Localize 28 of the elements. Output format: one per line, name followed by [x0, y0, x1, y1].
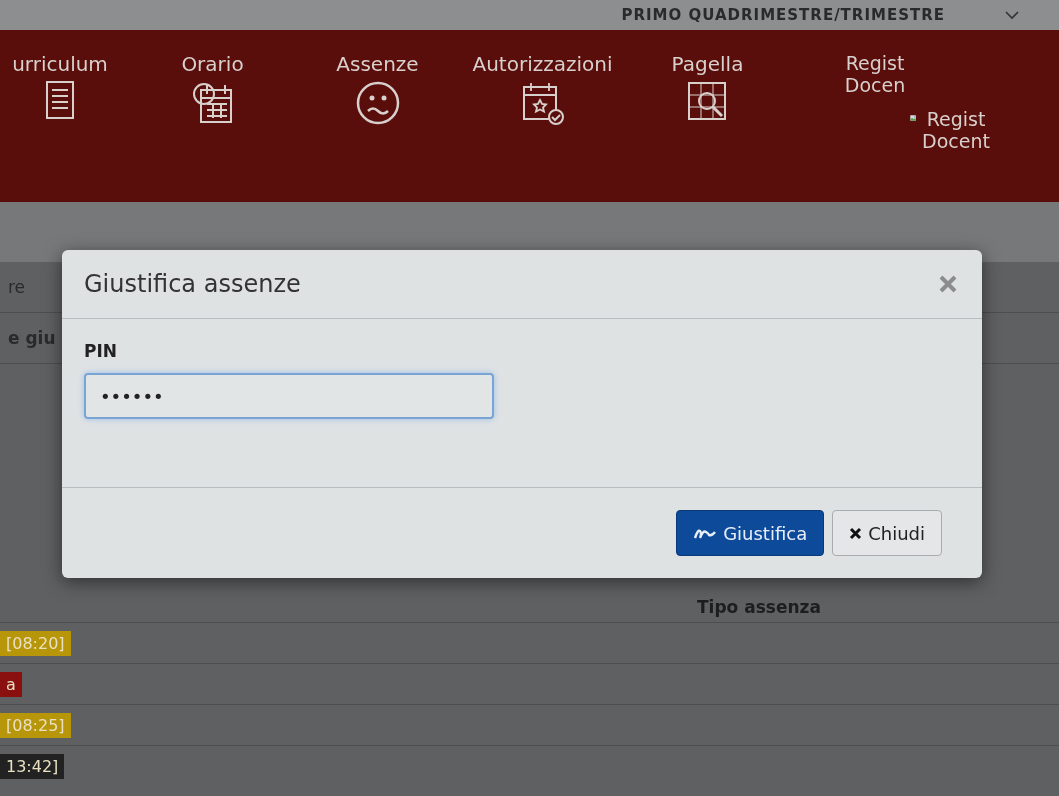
time-badge: [08:20]	[0, 630, 71, 656]
table-cell: re	[8, 277, 26, 297]
nav-link[interactable]: urriculum	[12, 52, 108, 76]
signature-icon	[693, 526, 718, 540]
dialog-title: Giustifica assenze	[84, 270, 301, 298]
close-icon	[849, 526, 863, 540]
field-label: PIN	[84, 341, 118, 361]
justify-button[interactable]: Giustifica	[676, 510, 825, 556]
time-badge: a	[0, 671, 22, 697]
table-cell: e giu	[8, 328, 56, 348]
worried-face-icon	[354, 80, 401, 126]
nav-link[interactable]: Regist Docen	[835, 52, 915, 96]
calendar-clock-icon	[190, 80, 235, 126]
period-selector[interactable]: PRIMO QUADRIMESTRE/TRIMESTRE	[621, 6, 945, 24]
nav-link[interactable]: Assenze	[336, 52, 419, 76]
pin-field[interactable]: ••••••	[84, 373, 494, 419]
nav-link[interactable]: Autorizzazioni	[472, 52, 613, 76]
column-header: Tipo assenza	[697, 597, 821, 617]
close-button[interactable]: Chiudi	[832, 510, 942, 556]
close-icon[interactable]	[938, 274, 958, 294]
nav-link[interactable]: Pagella	[671, 52, 744, 76]
time-badge: [08:25]	[0, 712, 71, 738]
nav-link[interactable]: Orario	[181, 52, 244, 76]
nav-link[interactable]: Regist Docent	[922, 108, 990, 152]
time-badge: 13:42]	[0, 753, 65, 779]
document-icon	[45, 80, 75, 120]
calendar-star-icon	[520, 80, 565, 126]
chevron-down-icon[interactable]	[1005, 10, 1019, 20]
